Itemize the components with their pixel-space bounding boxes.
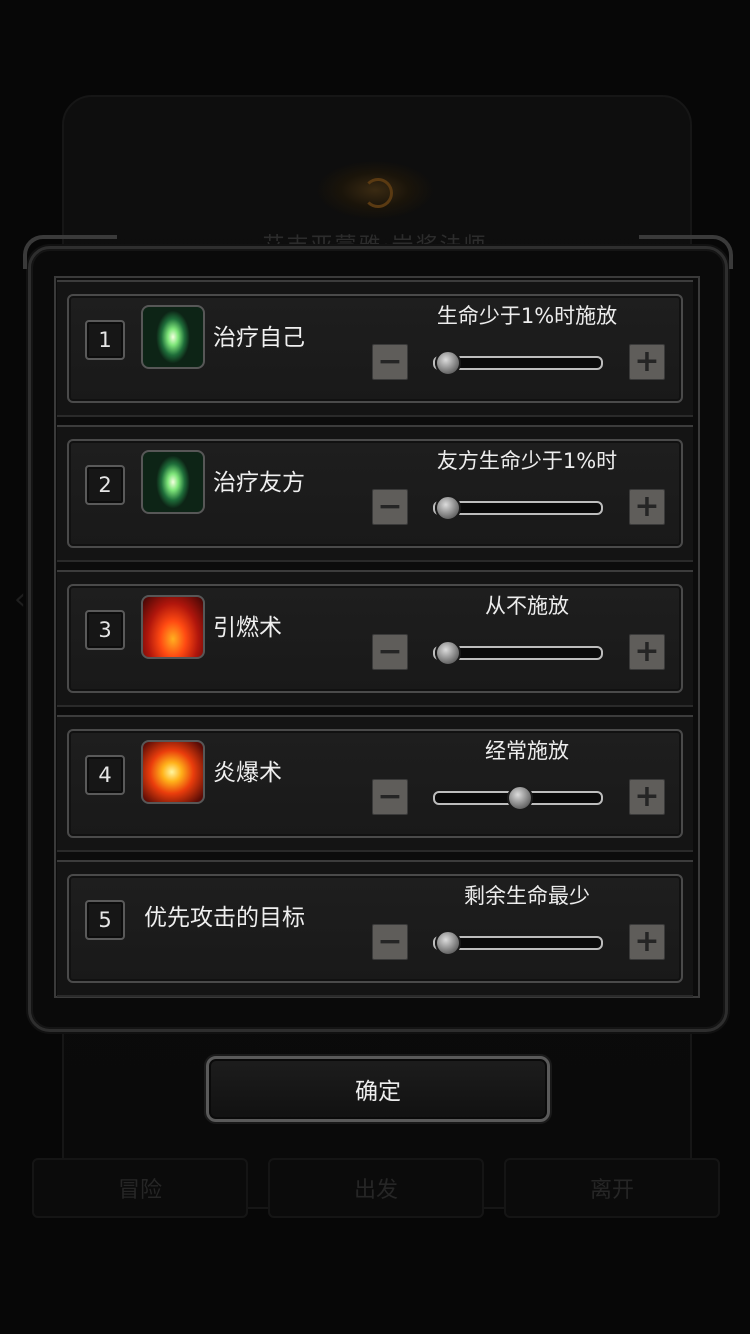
skill-name: 炎爆术 <box>213 760 282 786</box>
cast-condition: 友方生命少于1%时 <box>436 449 618 473</box>
pyroblast-icon <box>141 740 205 804</box>
ignite-icon <box>141 595 205 659</box>
decrease-button[interactable]: − <box>372 489 408 525</box>
decrease-button[interactable]: − <box>372 779 408 815</box>
background-adventure-button: 冒险 <box>32 1158 248 1218</box>
skill-name: 引燃术 <box>213 615 282 641</box>
decrease-button[interactable]: − <box>372 344 408 380</box>
skill-row-1: 1 治疗自己 生命少于1%时施放 − + <box>57 280 693 417</box>
left-arrow-icon: ‹ <box>14 582 26 617</box>
increase-button[interactable]: + <box>629 634 665 670</box>
confirm-button[interactable]: 确定 <box>206 1056 550 1122</box>
skill-row-4: 4 炎爆术 经常施放 − + <box>57 715 693 852</box>
decrease-button[interactable]: − <box>372 634 408 670</box>
heal-self-icon <box>141 305 205 369</box>
skill-row-2: 2 治疗友方 友方生命少于1%时 − + <box>57 425 693 562</box>
cast-slider[interactable] <box>433 350 603 376</box>
row-number: 2 <box>85 465 125 505</box>
cast-condition: 从不施放 <box>485 594 569 618</box>
skill-name: 治疗自己 <box>213 325 305 351</box>
row-number: 1 <box>85 320 125 360</box>
increase-button[interactable]: + <box>629 344 665 380</box>
slider-thumb[interactable] <box>435 930 461 956</box>
increase-button[interactable]: + <box>629 779 665 815</box>
target-priority-label: 优先攻击的目标 <box>144 905 305 931</box>
background-depart-button: 出发 <box>268 1158 484 1218</box>
slider-thumb[interactable] <box>507 785 533 811</box>
slider-thumb[interactable] <box>435 350 461 376</box>
cast-condition: 生命少于1%时施放 <box>436 304 618 328</box>
row-number: 3 <box>85 610 125 650</box>
cast-condition: 经常施放 <box>485 739 569 763</box>
cast-slider[interactable] <box>433 785 603 811</box>
skill-row-3: 3 引燃术 从不施放 − + <box>57 570 693 707</box>
cast-slider[interactable] <box>433 640 603 666</box>
cast-slider[interactable] <box>433 930 603 956</box>
slider-thumb[interactable] <box>435 495 461 521</box>
emblem-icon <box>315 160 435 220</box>
decrease-button[interactable]: − <box>372 924 408 960</box>
row-number: 4 <box>85 755 125 795</box>
cast-slider[interactable] <box>433 495 603 521</box>
increase-button[interactable]: + <box>629 489 665 525</box>
skill-row-5: 5 优先攻击的目标 剩余生命最少 − + <box>57 860 693 997</box>
background-leave-button: 离开 <box>504 1158 720 1218</box>
heal-ally-icon <box>141 450 205 514</box>
slider-thumb[interactable] <box>435 640 461 666</box>
cast-condition: 剩余生命最少 <box>464 884 590 908</box>
skill-name: 治疗友方 <box>213 470 305 496</box>
row-number: 5 <box>85 900 125 940</box>
increase-button[interactable]: + <box>629 924 665 960</box>
